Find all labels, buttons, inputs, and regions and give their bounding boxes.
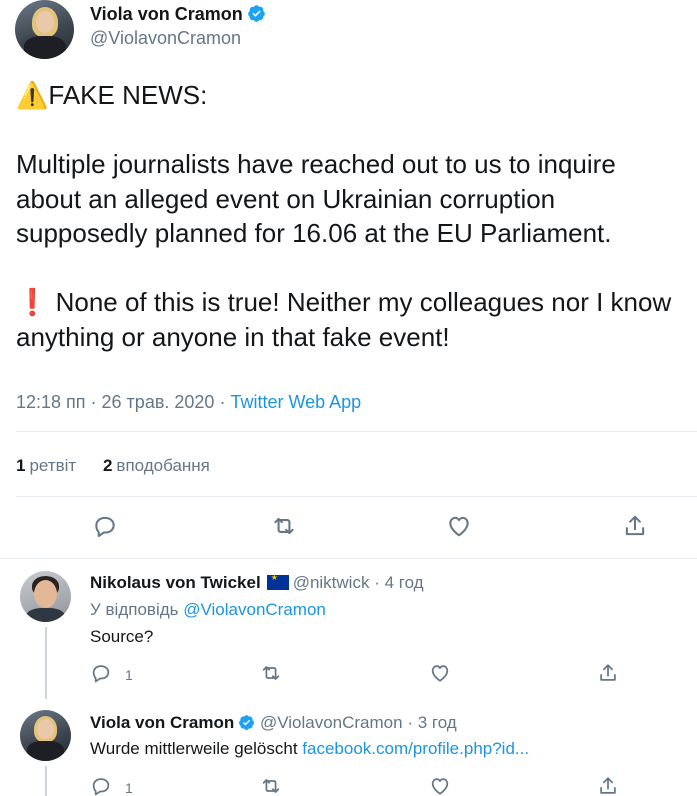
retweet-button[interactable] xyxy=(260,662,282,684)
divider xyxy=(16,496,697,497)
reply-icon xyxy=(95,516,115,537)
tweet-actions xyxy=(0,508,697,544)
tweet-stats: 1 ретвіт 2 вподобання xyxy=(16,456,232,476)
retweets-label: ретвіт xyxy=(29,456,77,475)
reply-text-row: Wurde mittlerweile gelöscht facebook.com… xyxy=(90,739,529,759)
like-button[interactable] xyxy=(429,662,451,684)
thread-line xyxy=(45,766,47,796)
share-icon xyxy=(600,777,616,794)
retweet-icon xyxy=(262,779,280,793)
reply-icon xyxy=(92,778,110,796)
retweet-button[interactable] xyxy=(260,775,282,796)
reply-text: Wurde mittlerweile gelöscht xyxy=(90,739,298,758)
avatar[interactable] xyxy=(15,0,74,59)
thread-line xyxy=(45,627,47,699)
divider xyxy=(16,431,697,432)
retweet-icon xyxy=(262,666,280,680)
tweet-meta: 12:18 пп · 26 трав. 2020 · Twitter Web A… xyxy=(16,392,361,413)
share-button[interactable] xyxy=(597,775,619,796)
heart-icon xyxy=(431,665,449,682)
eu-flag-icon xyxy=(266,573,289,590)
reply-header: Viola von Cramon @ViolavonCramon · 3 год xyxy=(90,713,457,733)
retweet-icon xyxy=(274,517,294,535)
share-icon xyxy=(600,664,616,681)
avatar[interactable] xyxy=(20,571,71,622)
share-button[interactable] xyxy=(597,662,619,684)
section-divider xyxy=(0,558,697,559)
reply-time[interactable]: · 3 год xyxy=(407,713,456,732)
reply-button[interactable] xyxy=(90,662,112,684)
reply-header: Nikolaus von Twickel @niktwick · 4 год xyxy=(90,573,424,593)
replying-to-link[interactable]: @ViolavonCramon xyxy=(183,600,326,619)
retweets-count: 1 xyxy=(16,456,26,475)
author-name[interactable]: Viola von Cramon xyxy=(90,713,234,732)
likes-label: вподобання xyxy=(116,456,210,475)
reply-count: 1 xyxy=(125,780,133,796)
reply-icon xyxy=(92,665,110,683)
retweets-stat[interactable]: 1 ретвіт xyxy=(16,456,76,475)
avatar[interactable] xyxy=(20,710,71,761)
tweet-text: ⚠️FAKE NEWS: Multiple journalists have r… xyxy=(16,80,672,352)
author-handle[interactable]: @ViolavonCramon xyxy=(90,28,241,49)
author-handle[interactable]: @ViolavonCramon xyxy=(260,713,403,732)
meta-separator: · xyxy=(214,392,231,412)
tweet-source-link[interactable]: Twitter Web App xyxy=(230,392,361,412)
retweet-button[interactable] xyxy=(271,513,297,539)
author-name-row[interactable]: Viola von Cramon xyxy=(90,4,266,25)
tweet-timestamp[interactable]: 12:18 пп · 26 трав. 2020 xyxy=(16,392,214,412)
likes-count: 2 xyxy=(102,456,113,475)
author-name[interactable]: Nikolaus von Twickel xyxy=(90,573,261,592)
verified-badge-icon xyxy=(238,714,255,731)
reply-button[interactable] xyxy=(92,513,118,539)
author-handle[interactable]: @niktwick xyxy=(293,573,370,592)
author-name[interactable]: Viola von Cramon xyxy=(90,4,243,24)
like-button[interactable] xyxy=(429,775,451,796)
reply-count: 1 xyxy=(125,667,133,683)
heart-icon xyxy=(431,778,449,795)
replying-prefix: У відповідь xyxy=(90,600,179,619)
likes-stat[interactable]: 2 вподобання xyxy=(103,456,210,475)
like-button[interactable] xyxy=(446,513,472,539)
reply-button[interactable] xyxy=(90,775,112,796)
replying-to: У відповідь @ViolavonCramon xyxy=(90,600,326,620)
share-button[interactable] xyxy=(622,513,648,539)
heart-icon xyxy=(449,516,469,537)
verified-badge-icon xyxy=(247,4,266,23)
reply-time[interactable]: · 4 год xyxy=(374,573,423,592)
reply-text: Source? xyxy=(90,627,154,646)
share-icon xyxy=(625,515,645,536)
reply-link[interactable]: facebook.com/profile.php?id... xyxy=(302,739,529,758)
